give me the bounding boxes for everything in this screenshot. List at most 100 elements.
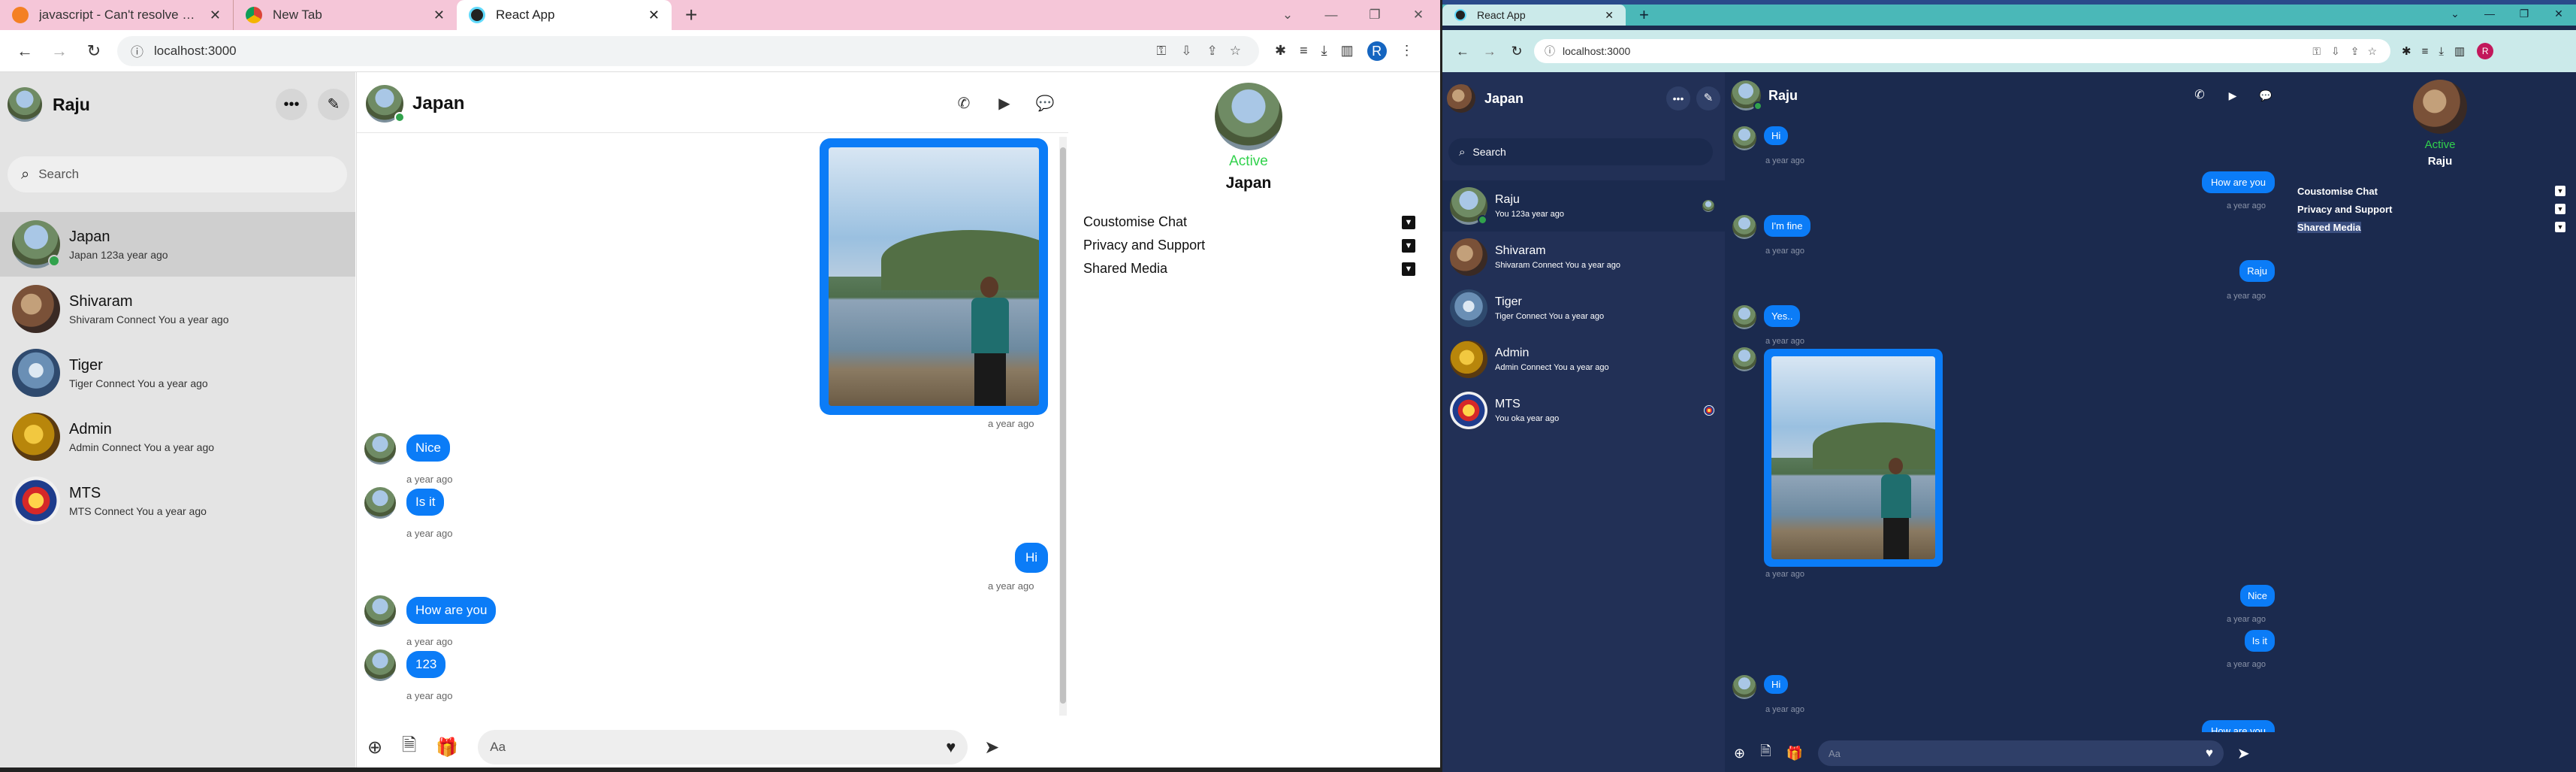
send-icon[interactable]: ➤ <box>2237 744 2250 763</box>
message-input[interactable]: Aa ♥ <box>1818 740 2224 766</box>
minimize-icon[interactable]: — <box>2472 5 2507 23</box>
new-message-icon[interactable]: ✎ <box>318 89 349 120</box>
key-icon[interactable]: ⚿ <box>1156 44 1166 59</box>
info-icon[interactable]: ⓘ <box>131 41 143 60</box>
message-bubble[interactable]: Hi <box>1764 126 1789 145</box>
bookmark-star-icon[interactable]: ☆ <box>1230 44 1241 59</box>
chevron-down-icon[interactable]: ▼ <box>2555 222 2565 232</box>
profile-avatar[interactable]: R <box>1367 41 1387 61</box>
message-bubble[interactable]: Nice <box>406 434 451 462</box>
share-icon[interactable]: ⇪ <box>2351 45 2360 58</box>
chat-info-icon[interactable]: 💬 <box>2254 83 2278 107</box>
option-shared-media[interactable]: Shared Media ▼ <box>2297 218 2565 236</box>
close-tab-icon[interactable]: ✕ <box>648 8 660 23</box>
avatar[interactable] <box>366 85 405 123</box>
conversation-item[interactable]: Shivaram Shivaram Connect You a year ago <box>1442 232 1725 283</box>
minimize-icon[interactable]: — <box>1309 0 1353 30</box>
message-bubble[interactable]: How are you <box>406 597 497 624</box>
message-bubble[interactable]: Raju <box>2239 260 2275 282</box>
maximize-icon[interactable]: ❐ <box>1353 0 1397 30</box>
option-privacy-support[interactable]: Privacy and Support ▼ <box>1083 234 1415 257</box>
video-call-icon[interactable]: ▶ <box>989 89 1019 119</box>
file-icon[interactable]: 🗎 <box>402 732 416 763</box>
phone-icon[interactable]: ✆ <box>2188 83 2212 107</box>
more-options-icon[interactable]: ••• <box>1666 86 1690 111</box>
conversation-item[interactable]: Japan Japan 123a year ago <box>0 212 355 277</box>
share-icon[interactable]: ⇪ <box>1207 44 1218 59</box>
chevron-down-icon[interactable]: ▼ <box>2555 204 2565 214</box>
extension-icon[interactable]: ✱ <box>2402 44 2411 58</box>
download-icon[interactable]: ⤓ <box>1321 43 1327 59</box>
chevron-down-icon[interactable]: ▼ <box>1402 262 1415 276</box>
send-icon[interactable]: ➤ <box>984 737 999 758</box>
scrollbar-thumb[interactable] <box>1060 147 1066 704</box>
tab-react-app[interactable]: React App ✕ <box>457 0 672 30</box>
phone-icon[interactable]: ✆ <box>949 89 979 119</box>
address-bar[interactable]: ⓘ localhost:3000 ⚿ ⇩ ⇪ ☆ <box>117 35 1259 66</box>
search-input[interactable]: ⌕ Search <box>1448 138 1713 165</box>
back-icon[interactable]: ← <box>15 41 35 61</box>
option-shared-media[interactable]: Shared Media ▼ <box>1083 257 1415 280</box>
close-window-icon[interactable]: ✕ <box>2541 5 2576 23</box>
forward-icon[interactable]: → <box>50 41 69 61</box>
message-bubble[interactable]: Hi <box>1764 675 1789 694</box>
gift-icon[interactable]: 🎁 <box>436 737 458 758</box>
conversation-item[interactable]: Admin Admin Connect You a year ago <box>1442 334 1725 385</box>
message-bubble[interactable]: How are you <box>2202 720 2275 732</box>
info-icon[interactable]: ⓘ <box>1545 44 1555 59</box>
gift-icon[interactable]: 🎁 <box>1786 746 1803 761</box>
reading-list-icon[interactable]: ≡ <box>1300 43 1308 59</box>
conversation-item[interactable]: MTS You oka year ago <box>1442 385 1725 436</box>
conversation-item[interactable]: Tiger Tiger Connect You a year ago <box>0 341 355 405</box>
bookmark-star-icon[interactable]: ☆ <box>2367 45 2377 58</box>
new-tab-button[interactable]: + <box>672 0 711 30</box>
message-bubble[interactable]: Nice <box>2239 585 2275 607</box>
message-bubble[interactable]: I'm fine <box>1764 215 1810 237</box>
more-options-icon[interactable]: ••• <box>276 89 307 120</box>
side-panel-icon[interactable]: ▥ <box>1341 43 1354 59</box>
key-icon[interactable]: ⚿ <box>2312 45 2321 58</box>
message-bubble[interactable]: Is it <box>406 489 445 516</box>
message-bubble[interactable]: 123 <box>406 651 446 678</box>
chevron-down-icon[interactable]: ▼ <box>1402 215 1415 229</box>
message-bubble[interactable]: How are you <box>2202 171 2275 193</box>
close-tab-icon[interactable]: ✕ <box>1605 9 1614 22</box>
conversation-item[interactable]: Admin Admin Connect You a year ago <box>0 404 355 469</box>
avatar[interactable] <box>8 87 42 122</box>
reload-icon[interactable]: ↻ <box>1507 44 1527 59</box>
download-icon[interactable]: ⤓ <box>2439 45 2444 58</box>
add-icon[interactable]: ⊕ <box>1734 746 1745 761</box>
option-customise-chat[interactable]: Coustomise Chat ▼ <box>1083 210 1415 234</box>
file-icon[interactable]: 🗎 <box>1760 742 1771 764</box>
conversation-item[interactable]: Shivaram Shivaram Connect You a year ago <box>0 277 355 341</box>
reload-icon[interactable]: ↻ <box>84 41 104 61</box>
address-bar[interactable]: ⓘ localhost:3000 ⚿ ⇩ ⇪ ☆ <box>1534 39 2390 63</box>
option-privacy-support[interactable]: Privacy and Support ▼ <box>2297 200 2565 218</box>
search-input[interactable]: ⌕ Search <box>8 156 347 192</box>
add-icon[interactable]: ⊕ <box>367 737 382 758</box>
maximize-icon[interactable]: ❐ <box>2507 5 2541 23</box>
heart-icon[interactable]: ♥ <box>946 737 956 757</box>
chat-info-icon[interactable]: 💬 <box>1030 89 1060 119</box>
conversation-item[interactable]: Raju You 123a year ago <box>1442 180 1725 232</box>
message-bubble[interactable]: Is it <box>2244 630 2275 652</box>
new-tab-button[interactable]: + <box>1626 5 1662 26</box>
new-message-icon[interactable]: ✎ <box>1696 86 1720 111</box>
back-icon[interactable]: ← <box>1453 44 1472 59</box>
close-tab-icon[interactable]: ✕ <box>433 8 445 23</box>
image-message[interactable] <box>1764 349 1943 567</box>
option-customise-chat[interactable]: Coustomise Chat ▼ <box>2297 182 2565 200</box>
side-panel-icon[interactable]: ▥ <box>2454 44 2465 58</box>
tab-search-icon[interactable]: ⌄ <box>1266 0 1309 30</box>
tab-new-tab[interactable]: New Tab ✕ <box>233 0 457 30</box>
profile-avatar[interactable]: R <box>2477 43 2494 59</box>
tab-react-app[interactable]: React App ✕ <box>1442 5 1626 26</box>
chevron-down-icon[interactable]: ▼ <box>2555 186 2565 196</box>
close-window-icon[interactable]: ✕ <box>1397 0 1440 30</box>
avatar[interactable] <box>1447 84 1475 113</box>
conversation-item[interactable]: Tiger Tiger Connect You a year ago <box>1442 283 1725 334</box>
reading-list-icon[interactable]: ≡ <box>2422 45 2429 58</box>
message-bubble[interactable]: Hi <box>1014 543 1048 573</box>
forward-icon[interactable]: → <box>1480 44 1499 59</box>
tab-search-icon[interactable]: ⌄ <box>2438 5 2472 23</box>
